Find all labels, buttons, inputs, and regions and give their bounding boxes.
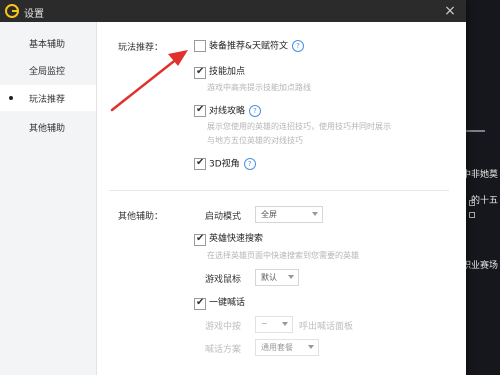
settings-content: 玩法推荐： 装备推荐&天赋符文? ✔ 技能加点 游戏中高亮提示技能加点路线 ✔ … <box>97 22 466 375</box>
game-mouse-select[interactable]: 默认 <box>255 269 299 286</box>
section-label-other-assist: 其他辅助： <box>118 212 164 222</box>
check-icon: ✔ <box>196 233 205 244</box>
3d-view-checkbox[interactable]: ✔ <box>194 157 206 170</box>
equip-recommend-checkbox[interactable] <box>194 40 206 52</box>
hero-search-checkbox[interactable]: ✔ <box>194 233 206 246</box>
option-label: 装备推荐&天赋符文 <box>209 41 289 52</box>
check-icon: ✔ <box>196 66 205 77</box>
option-label: 3D视角 <box>209 159 240 170</box>
sidebar-item-other[interactable]: 其他辅助 <box>0 114 96 140</box>
game-mouse-label: 游戏鼠标 <box>205 275 242 285</box>
background-text: 的十五 <box>470 196 498 206</box>
check-icon: ✔ <box>196 297 205 308</box>
select-value: 通用套餐 <box>261 343 293 352</box>
background-checkbox <box>469 212 475 218</box>
lane-strategy-description-line: 与地方五位英雄的对线技巧 <box>207 136 303 145</box>
select-value: 默认 <box>261 273 277 282</box>
select-value: 全屏 <box>261 210 277 219</box>
shout-hotkey-suffix: 呼出喊话面板 <box>299 322 354 332</box>
shout-hotkey-prefix: 游戏中按 <box>205 322 242 332</box>
sidebar-item-label: 全局监控 <box>29 67 66 77</box>
sidebar: 基本辅助 全局监控 玩法推荐 其他辅助 <box>0 22 97 375</box>
help-icon[interactable]: ? <box>292 40 305 52</box>
window-title: 设置 <box>24 9 44 20</box>
skill-points-description: 游戏中高亮提示技能加点路线 <box>207 83 311 92</box>
background-text: 职业赛场 <box>461 261 498 271</box>
sidebar-item-label: 基本辅助 <box>29 40 66 50</box>
chevron-down-icon <box>282 322 288 326</box>
sidebar-item-global-monitor[interactable]: 全局监控 <box>0 57 96 83</box>
chevron-down-icon <box>308 345 314 349</box>
sidebar-item-label: 其他辅助 <box>29 124 66 134</box>
option-label: 英雄快速搜索 <box>209 234 264 244</box>
help-icon[interactable]: ? <box>243 158 256 170</box>
app-logo-icon <box>5 4 19 18</box>
chevron-down-icon <box>288 275 294 279</box>
sidebar-item-play-recommend[interactable]: 玩法推荐 <box>0 85 96 111</box>
active-dot-icon <box>9 96 13 100</box>
option-label: 对线攻略 <box>209 106 246 117</box>
sidebar-item-label: 玩法推荐 <box>29 95 66 105</box>
shout-hotkey-select[interactable]: ~ <box>255 316 293 333</box>
lane-strategy-description-line: 展示您使用的英雄的连招技巧，使用技巧并同时展示 <box>207 122 391 131</box>
settings-window: 设置 × 基本辅助 全局监控 玩法推荐 其他辅助 玩法推荐： 装备推荐&天赋符文… <box>0 0 466 375</box>
check-icon: ✔ <box>196 157 205 168</box>
help-icon[interactable]: ? <box>249 105 262 117</box>
background-checkbox <box>469 200 475 206</box>
startup-mode-select[interactable]: 全屏 <box>255 206 323 223</box>
sidebar-item-basic[interactable]: 基本辅助 <box>0 30 96 56</box>
option-label: 技能加点 <box>209 67 246 77</box>
section-divider <box>109 190 449 191</box>
shout-scheme-select[interactable]: 通用套餐 <box>255 339 319 356</box>
background-text: 中非她莫 <box>461 170 498 180</box>
option-label: 一键喊话 <box>209 298 246 308</box>
select-value: ~ <box>261 319 268 328</box>
skill-points-checkbox[interactable]: ✔ <box>194 66 206 79</box>
close-icon[interactable]: × <box>440 1 460 21</box>
section-label-play-recommend: 玩法推荐： <box>118 43 164 53</box>
shout-scheme-label: 喊话方案 <box>205 345 242 355</box>
hero-search-description: 在选择英雄页面中快速搜索到您需要的英雄 <box>207 251 359 260</box>
title-bar[interactable]: 设置 × <box>0 0 466 22</box>
startup-mode-label: 启动模式 <box>205 212 242 222</box>
check-icon: ✔ <box>196 104 205 115</box>
lane-strategy-checkbox[interactable]: ✔ <box>194 104 206 117</box>
chevron-down-icon <box>312 212 318 216</box>
one-key-shout-checkbox[interactable]: ✔ <box>194 297 206 310</box>
